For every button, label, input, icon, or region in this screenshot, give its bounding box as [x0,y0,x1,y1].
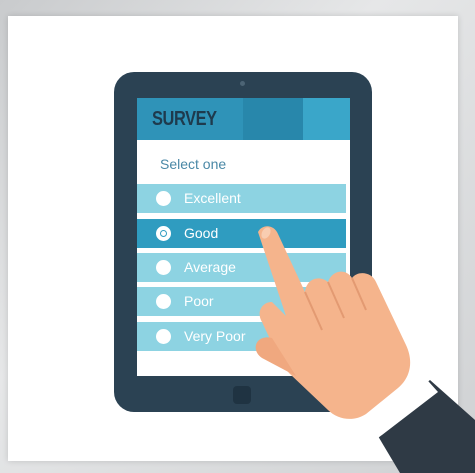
home-button[interactable] [233,386,251,404]
camera-icon [240,81,245,86]
option-excellent[interactable]: Excellent [137,184,346,213]
option-label: Average [184,259,236,275]
option-average[interactable]: Average [137,253,346,282]
option-label: Very Poor [184,328,246,344]
header-decoration [303,98,350,140]
radio-icon[interactable] [156,226,171,241]
radio-icon[interactable] [156,191,171,206]
survey-title: SURVEY [152,108,217,130]
radio-icon[interactable] [156,260,171,275]
survey-header: SURVEY [137,98,350,140]
option-poor[interactable]: Poor [137,287,346,316]
option-label: Poor [184,293,214,309]
radio-icon[interactable] [156,294,171,309]
tablet-device: SURVEY Select one Excellent Good Average… [114,72,372,412]
option-label: Excellent [184,190,241,206]
radio-icon[interactable] [156,329,171,344]
option-very-poor[interactable]: Very Poor [137,322,346,351]
option-label: Good [184,225,219,241]
header-decoration [243,98,303,140]
survey-prompt: Select one [160,156,227,172]
option-good[interactable]: Good [137,219,346,248]
tablet-screen: SURVEY Select one Excellent Good Average… [137,98,350,376]
